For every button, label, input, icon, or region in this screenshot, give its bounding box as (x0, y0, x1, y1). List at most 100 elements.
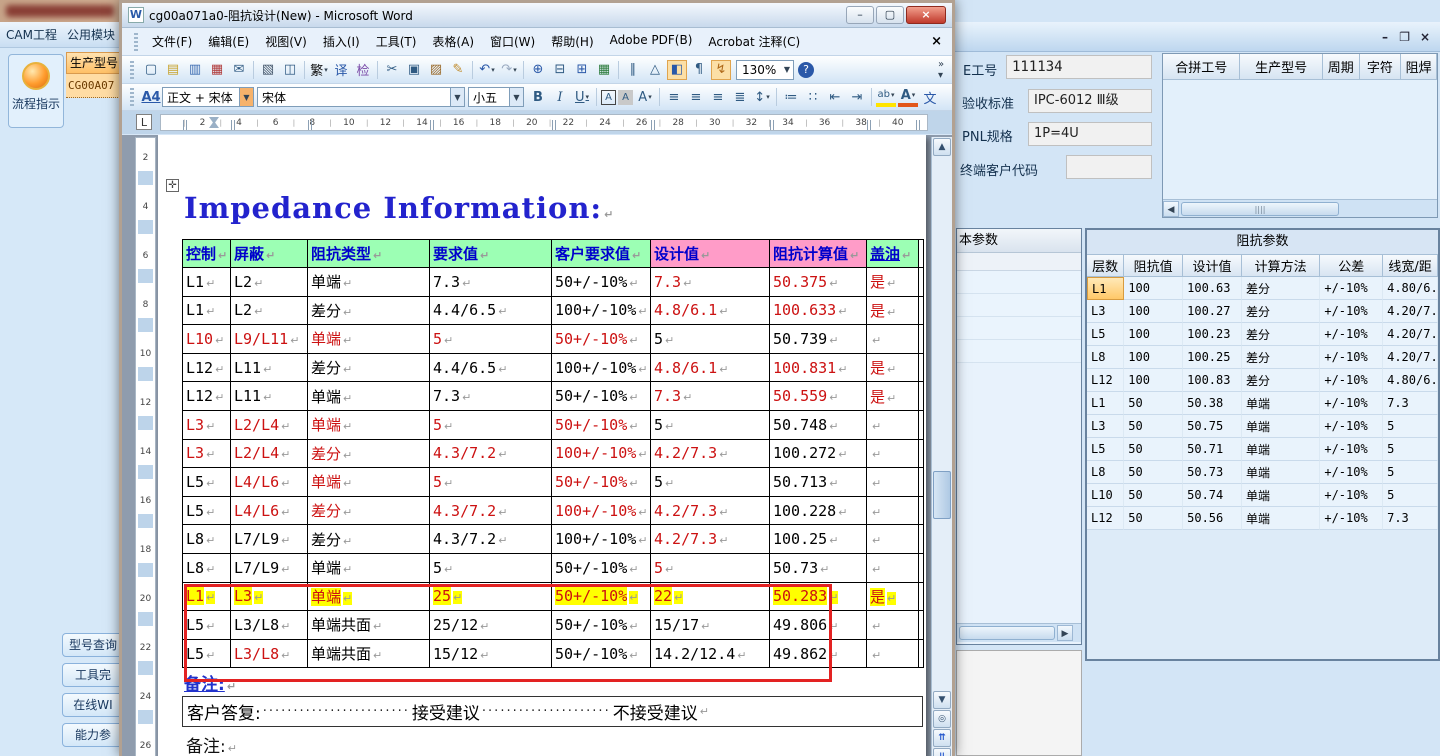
italic-icon[interactable]: I (550, 87, 570, 107)
doc-cell[interactable]: 7.3 ↵ (650, 381, 770, 411)
merge-column-header[interactable]: 合拼工号 (1163, 54, 1241, 80)
impedance-cell[interactable]: 7.3 (1383, 507, 1438, 530)
impedance-cell[interactable]: 单端 (1241, 392, 1321, 415)
select-browse-object-icon[interactable]: ◎ (933, 710, 951, 728)
doc-cell[interactable]: 50.73 ↵ (769, 552, 867, 583)
basic-params-row[interactable] (957, 340, 1081, 363)
menu-item-7[interactable]: 帮助(H) (543, 30, 601, 53)
impedance-cell[interactable]: 5 (1383, 484, 1438, 507)
doc-cell[interactable]: L12 ↵ (182, 352, 231, 383)
app-close-button[interactable]: × (1420, 30, 1430, 44)
document-page[interactable]: ✛ Impedance Information: ↵ · 控制 ↵ 屏蔽 ↵ 阻抗类型 ↵ 要… (158, 135, 926, 756)
impedance-cell[interactable]: +/-10% (1320, 415, 1384, 438)
doc-cell[interactable] (918, 381, 924, 411)
doc-cell[interactable]: L3 ↵ (182, 438, 231, 469)
line-spacing-icon[interactable]: ↕ ▾ (752, 87, 772, 107)
chevron-down-icon[interactable]: ▾ (491, 66, 495, 74)
doc-cell[interactable]: 7.3 ↵ (650, 267, 770, 297)
tables-borders-icon[interactable]: ⊟ (550, 60, 570, 80)
left-tab-0[interactable]: CAM工程 (6, 26, 57, 43)
impedance-cell[interactable]: 100.25 (1183, 346, 1242, 369)
show-hide-marks-icon[interactable]: ¶ (689, 60, 709, 80)
word-vertical-scrollbar[interactable]: ▲ ▼ ◎ ⇈ ⇊ (931, 137, 952, 756)
doc-cell[interactable]: 4.3/7.2 ↵ (429, 495, 552, 526)
style-combo[interactable]: 正文 + 宋体 ▼ (162, 87, 254, 107)
chevron-down-icon[interactable]: ▾ (766, 93, 770, 101)
column-header[interactable]: 盖油 ↵ (866, 239, 919, 268)
column-header[interactable]: 阻抗类型 ↵ (307, 239, 430, 268)
align-right-icon[interactable]: ≡ (708, 87, 728, 107)
doc-cell[interactable]: 7.3 ↵ (429, 267, 552, 297)
column-header[interactable] (918, 239, 924, 268)
doc-cell[interactable]: L10 ↵ (182, 324, 231, 354)
impedance-row[interactable]: L1 100 100.63 差分 +/-10% 4.80/6. (1087, 277, 1438, 300)
impedance-cell[interactable]: +/-10% (1320, 369, 1384, 392)
sidebar-button-1[interactable]: 工具完 (62, 663, 124, 687)
impedance-cell[interactable]: +/-10% (1320, 484, 1384, 507)
impedance-cell[interactable]: 50.75 (1183, 415, 1242, 438)
impedance-cell[interactable]: +/-10% (1320, 438, 1384, 461)
impedance-cell[interactable]: +/-10% (1320, 300, 1384, 323)
styles-pane-icon[interactable]: A4 (141, 87, 161, 107)
impedance-cell[interactable]: 100 (1124, 300, 1184, 323)
doc-cell[interactable]: 差分 ↵ (307, 295, 430, 326)
doc-cell[interactable]: L7/L9 ↵ (230, 524, 308, 554)
doc-cell[interactable]: L5 ↵ (182, 467, 231, 497)
doc-cell[interactable]: 50.739 ↵ (769, 324, 867, 354)
doc-cell[interactable]: 4.2/7.3 ↵ (650, 438, 770, 469)
impedance-cell[interactable]: 100.23 (1183, 323, 1242, 346)
impedance-cell[interactable]: +/-10% (1320, 392, 1384, 415)
chevron-down-icon[interactable]: ▾ (586, 93, 590, 101)
app-minimize-button[interactable]: – (1382, 30, 1388, 44)
impedance-cell[interactable]: +/-10% (1320, 346, 1384, 369)
impedance-cell[interactable]: 50 (1124, 415, 1184, 438)
doc-cell[interactable]: 50.713 ↵ (769, 467, 867, 497)
scroll-left-icon[interactable]: ◀ (1163, 200, 1179, 217)
column-header[interactable]: 控制 ↵ (182, 239, 231, 268)
impedance-cell[interactable]: 50.38 (1183, 392, 1242, 415)
doc-cell[interactable]: L4/L6 ↵ (230, 495, 308, 526)
impedance-cell[interactable]: L3 (1087, 300, 1125, 323)
impedance-cell[interactable]: 50 (1124, 392, 1184, 415)
impedance-cell[interactable]: 4.20/7. (1383, 323, 1438, 346)
impedance-cell[interactable]: L5 (1087, 438, 1125, 461)
column-header[interactable]: 客户要求值 ↵ (551, 239, 651, 268)
scroll-up-icon[interactable]: ▲ (933, 138, 951, 156)
doc-cell[interactable]: 5 ↵ (650, 409, 770, 440)
char-scale-icon[interactable]: A ▾ (635, 87, 655, 107)
impedance-cell[interactable]: 100.63 (1183, 277, 1242, 300)
impedance-cell[interactable]: +/-10% (1320, 323, 1384, 346)
merge-column-header[interactable]: 字符 (1359, 54, 1402, 80)
acceptance-standard-input[interactable]: IPC-6012 Ⅲ级 (1028, 89, 1152, 113)
impedance-cell[interactable]: L1 (1087, 277, 1125, 300)
impedance-cell[interactable]: 7.3 (1383, 392, 1438, 415)
columns-icon[interactable]: ∥ (623, 60, 643, 80)
doc-cell[interactable]: 4.3/7.2 ↵ (429, 524, 552, 554)
table-column-marker[interactable] (430, 120, 436, 130)
menu-item-1[interactable]: 编辑(E) (200, 30, 257, 53)
scroll-down-icon[interactable]: ▼ (933, 691, 951, 709)
chart-icon[interactable]: △ (645, 60, 665, 80)
end-customer-code-input[interactable] (1066, 155, 1152, 179)
impedance-cell[interactable]: +/-10% (1320, 277, 1384, 300)
doc-cell[interactable] (918, 638, 924, 669)
column-header[interactable]: 设计值 ↵ (650, 239, 770, 268)
impedance-cell[interactable]: L8 (1087, 346, 1125, 369)
sidebar-button-0[interactable]: 型号查询 (62, 633, 124, 657)
increase-indent-icon[interactable]: ⇥ (847, 87, 867, 107)
zoom-tool-icon[interactable]: ↯ (711, 59, 731, 80)
impedance-cell[interactable]: 5 (1383, 438, 1438, 461)
copy-icon[interactable]: ▣ (404, 60, 424, 80)
email-icon[interactable]: ✉ (229, 60, 249, 80)
redo-icon[interactable]: ↷ ▾ (499, 60, 519, 80)
doc-cell[interactable]: 4.8/6.1 ↵ (650, 295, 770, 326)
doc-cell[interactable] (918, 581, 924, 612)
impedance-column-header[interactable]: 阻抗值 (1124, 254, 1184, 277)
hyperlink-icon[interactable]: ⊕ (528, 60, 548, 80)
impedance-cell[interactable]: 5 (1383, 461, 1438, 484)
toolbar-grip-icon[interactable] (130, 60, 134, 79)
doc-cell[interactable]: 5 ↵ (650, 552, 770, 583)
basic-params-row[interactable] (957, 271, 1081, 294)
chevron-down-icon[interactable]: ▾ (912, 89, 916, 102)
impedance-cell[interactable]: 差分 (1241, 369, 1321, 392)
